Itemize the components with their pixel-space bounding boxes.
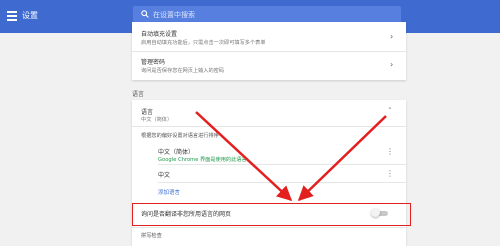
annotation-arrows: [195, 111, 387, 202]
annotation-arrow-right: [297, 115, 387, 202]
annotation-arrow-left: [195, 111, 293, 202]
